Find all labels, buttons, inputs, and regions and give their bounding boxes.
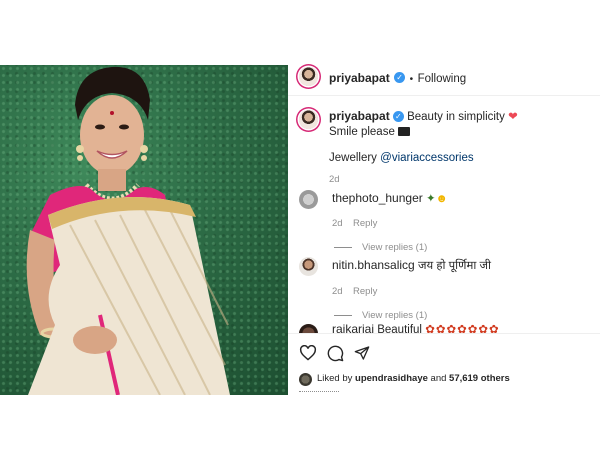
verified-badge-icon: ✓ — [394, 72, 406, 84]
comment-icon[interactable] — [327, 345, 344, 362]
comment-time: 2d — [332, 218, 343, 229]
likes-user[interactable]: upendrasidhaye — [355, 373, 428, 384]
view-replies-button[interactable]: View replies (1) — [334, 310, 592, 321]
author-username[interactable]: priyabapat — [329, 71, 390, 85]
view-replies-label: View replies (1) — [362, 242, 428, 253]
woman-in-saree-illustration — [26, 66, 230, 395]
comment-username[interactable]: raikariai — [332, 323, 374, 333]
likes-suffix[interactable]: others — [481, 373, 510, 384]
comment-avatar[interactable] — [299, 324, 318, 333]
caption: priyabapat ✓ Beauty in simplicity ❤ Smil… — [329, 109, 589, 185]
post-header: priyabapat ✓ • Following — [329, 69, 466, 87]
reply-button[interactable]: Reply — [353, 286, 377, 297]
comment-text: Beautiful — [377, 324, 422, 333]
flower-emoji-icons: ✿✿✿✿✿✿✿ — [425, 324, 500, 333]
clapper-icon — [398, 127, 411, 137]
comment-text: जय हो पूर्णिमा जी — [417, 260, 492, 272]
comment-item: thephoto_hunger ✦☻ 2d Reply View replies… — [332, 191, 592, 253]
post-side-panel: priyabapat ✓ • Following priyabapat ✓ Be… — [288, 65, 600, 395]
actions-divider — [288, 333, 600, 334]
comment-item: nitin.bhansalicg जय हो पूर्णिमा जी 2d Re… — [332, 258, 592, 321]
post-photo[interactable] — [0, 65, 288, 395]
heart-icon: ❤ — [508, 111, 518, 123]
author-avatar[interactable] — [299, 67, 318, 86]
follow-dot: • — [409, 74, 414, 85]
likes-and: and — [430, 373, 447, 384]
likes-prefix: Liked by — [317, 373, 353, 384]
caption-avatar[interactable] — [299, 110, 318, 129]
comment-time: 2d — [332, 286, 343, 297]
verified-badge-icon: ✓ — [392, 111, 404, 123]
instagram-post: priyabapat ✓ • Following priyabapat ✓ Be… — [0, 65, 600, 395]
following-button[interactable]: Following — [418, 73, 467, 85]
comment-username[interactable]: thephoto_hunger — [332, 191, 423, 205]
caption-time: 2d — [329, 174, 340, 185]
view-replies-line — [334, 246, 352, 248]
comment-username[interactable]: nitin.bhansalicg — [332, 258, 415, 272]
share-icon[interactable] — [354, 345, 370, 361]
liker-avatar[interactable] — [299, 373, 312, 386]
caption-line2: Smile please — [329, 126, 395, 138]
view-replies-line — [334, 314, 352, 316]
caption-username[interactable]: priyabapat — [329, 109, 390, 123]
comment-item-clipped: raikariai Beautiful ✿✿✿✿✿✿✿ — [288, 323, 600, 333]
comment-avatar[interactable] — [299, 190, 318, 209]
likes-summary: Liked by upendrasidhaye and 57,619 other… — [317, 373, 510, 384]
truncated-row — [299, 391, 339, 394]
view-replies-button[interactable]: View replies (1) — [334, 242, 592, 253]
likes-count[interactable]: 57,619 — [449, 373, 478, 384]
view-replies-label: View replies (1) — [362, 310, 428, 321]
caption-line1: Beauty in simplicity — [407, 111, 505, 123]
comment-avatar[interactable] — [299, 257, 318, 276]
smile-emoji-icon: ☻ — [435, 193, 448, 205]
reply-button[interactable]: Reply — [353, 218, 377, 229]
comment-emoji-icon: ✦ — [425, 193, 436, 205]
header-divider — [288, 95, 600, 96]
like-icon[interactable] — [299, 345, 317, 361]
caption-mention-link[interactable]: @viariaccessories — [380, 152, 473, 164]
caption-jewellery-label: Jewellery — [329, 152, 377, 164]
